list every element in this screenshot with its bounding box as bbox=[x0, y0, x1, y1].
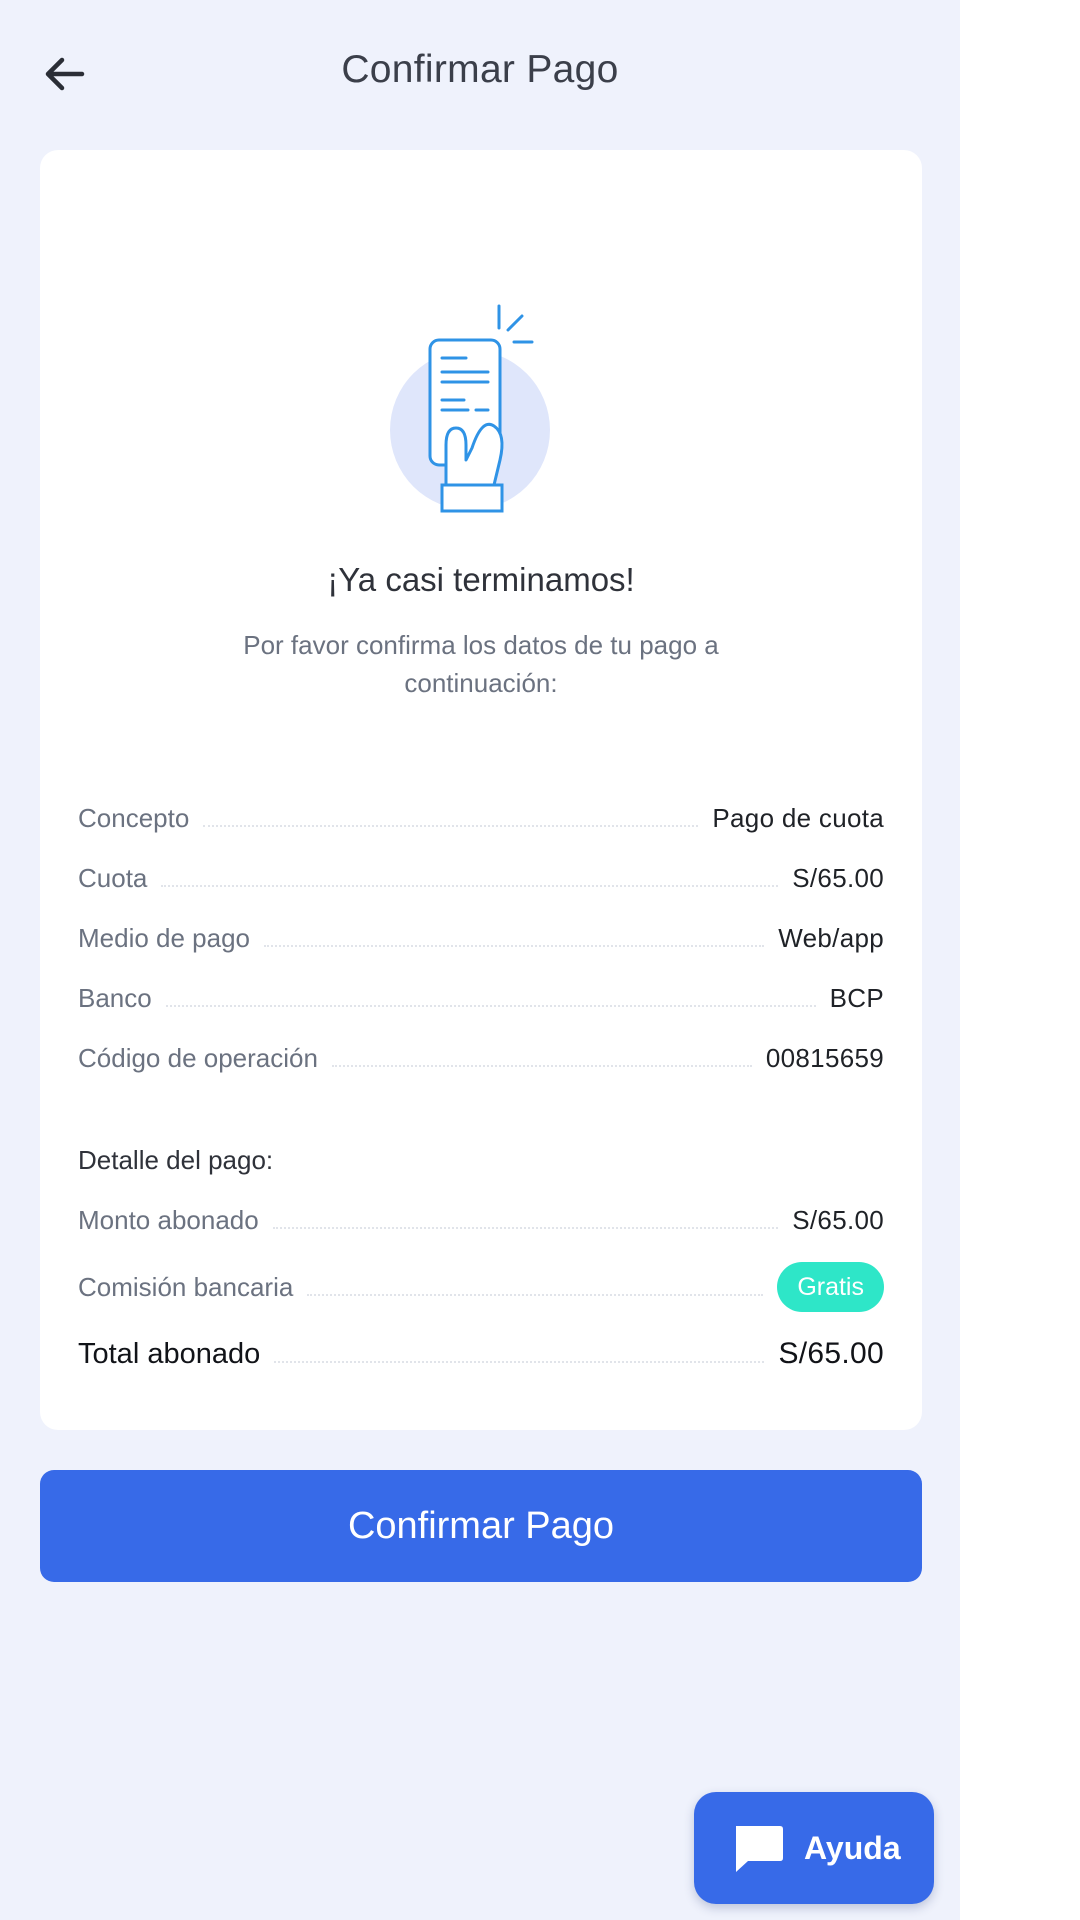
detail-value: 00815659 bbox=[765, 1042, 884, 1073]
dotted-leader bbox=[331, 1065, 752, 1067]
detail-value: Pago de cuota bbox=[712, 802, 884, 833]
payment-row-fee: Comisión bancaria Gratis bbox=[78, 1262, 884, 1312]
free-badge: Gratis bbox=[777, 1262, 884, 1312]
total-value: S/65.00 bbox=[778, 1337, 884, 1370]
payment-section-label: Detalle del pago: bbox=[78, 1145, 274, 1175]
payment-row-amount: Monto abonado S/65.00 bbox=[78, 1200, 884, 1240]
payment-label: Comisión bancaria bbox=[78, 1271, 294, 1302]
app-screen: Confirmar Pago ¡Ya casi terminamos! Por … bbox=[0, 0, 960, 1920]
card-heading: ¡Ya casi terminamos! bbox=[327, 561, 635, 598]
confirmation-card: ¡Ya casi terminamos! Por favor confirma … bbox=[40, 150, 922, 1430]
card-subtitle: Por favor confirma los datos de tu pago … bbox=[243, 630, 719, 698]
detail-value: Web/app bbox=[778, 922, 884, 953]
payment-row-total: Total abonado S/65.00 bbox=[78, 1334, 884, 1374]
detail-row-concepto: Concepto Pago de cuota bbox=[78, 798, 884, 838]
dotted-leader bbox=[203, 825, 699, 827]
detail-row-codigo-operacion: Código de operación 00815659 bbox=[78, 1038, 884, 1078]
detail-value: BCP bbox=[829, 982, 884, 1013]
payment-value: S/65.00 bbox=[792, 1204, 884, 1235]
detail-label: Código de operación bbox=[78, 1042, 318, 1073]
detail-label: Banco bbox=[78, 982, 152, 1013]
chat-bubble-icon bbox=[736, 1826, 783, 1872]
dotted-leader bbox=[264, 945, 765, 947]
dotted-leader bbox=[165, 1005, 816, 1007]
help-button[interactable]: Ayuda bbox=[694, 1792, 934, 1904]
dotted-leader bbox=[272, 1227, 779, 1229]
detail-row-cuota: Cuota S/65.00 bbox=[78, 858, 884, 898]
detail-label: Concepto bbox=[78, 802, 190, 833]
detail-row-medio-de-pago: Medio de pago Web/app bbox=[78, 918, 884, 958]
detail-value: S/65.00 bbox=[792, 862, 884, 893]
dotted-leader bbox=[161, 885, 779, 887]
detail-label: Medio de pago bbox=[78, 922, 251, 953]
total-label: Total abonado bbox=[78, 1337, 261, 1370]
dotted-leader bbox=[307, 1294, 764, 1296]
header: Confirmar Pago bbox=[0, 0, 960, 140]
payment-label: Monto abonado bbox=[78, 1204, 259, 1235]
help-label: Ayuda bbox=[804, 1829, 901, 1866]
detail-row-banco: Banco BCP bbox=[78, 978, 884, 1018]
confirm-payment-button[interactable]: Confirmar Pago bbox=[40, 1470, 922, 1582]
phone-receipt-hand-icon bbox=[390, 304, 550, 513]
dotted-leader bbox=[274, 1361, 765, 1363]
detail-label: Cuota bbox=[78, 862, 148, 893]
page-title: Confirmar Pago bbox=[341, 48, 619, 91]
